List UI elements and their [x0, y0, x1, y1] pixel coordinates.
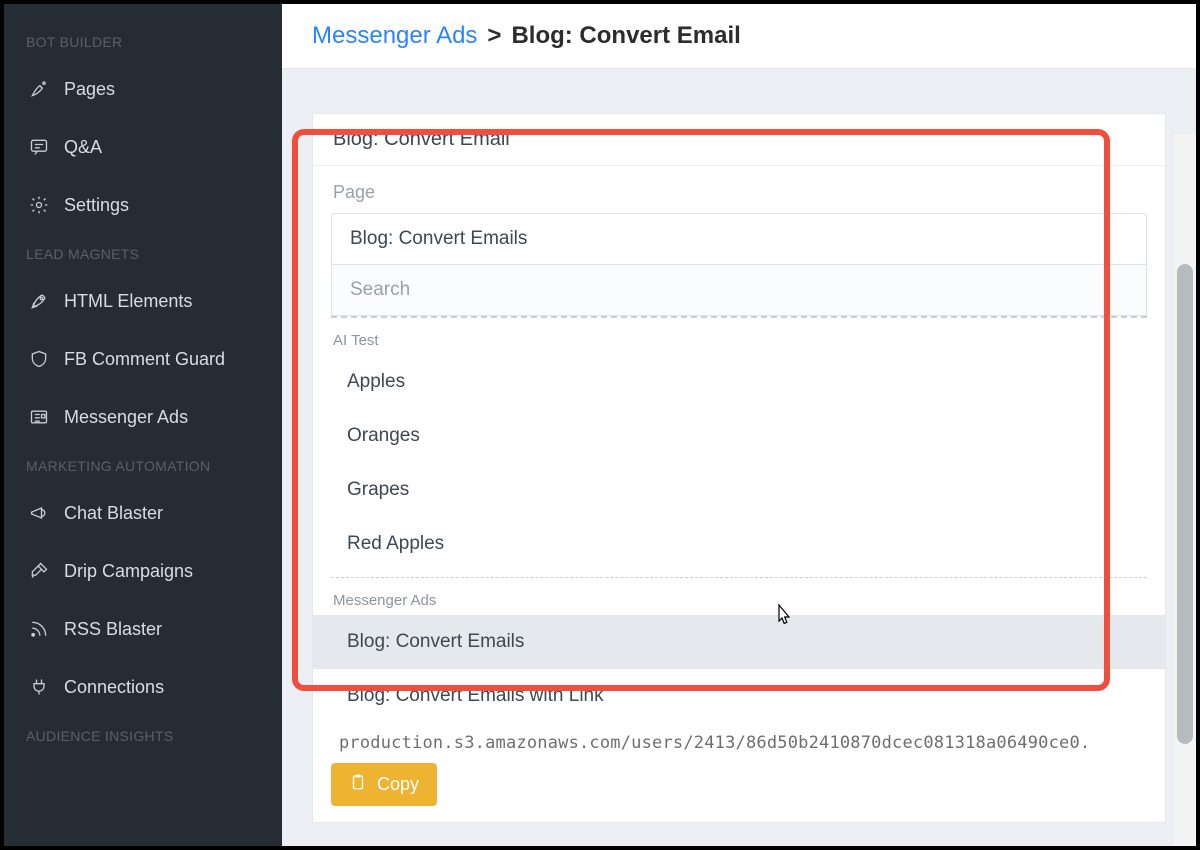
url-readonly-text: production.s3.amazonaws.com/users/2413/8…: [331, 723, 1147, 757]
sidebar-item-qa[interactable]: Q&A: [4, 118, 282, 176]
sidebar-item-html-elements[interactable]: HTML Elements: [4, 272, 282, 330]
title-field[interactable]: Blog: Convert Email: [313, 114, 1165, 166]
breadcrumb-separator: >: [487, 22, 501, 50]
plug-icon: [28, 676, 50, 698]
breadcrumb-current: Blog: Convert Email: [511, 22, 740, 50]
breadcrumb-section-link[interactable]: Messenger Ads: [312, 22, 477, 50]
editor-card: Blog: Convert Email Page Blog: Convert E…: [312, 113, 1166, 823]
sidebar-item-label: RSS Blaster: [64, 620, 162, 638]
page-field-label: Page: [313, 176, 1165, 213]
sidebar-item-connections[interactable]: Connections: [4, 658, 282, 716]
gear-icon: [28, 194, 50, 216]
sidebar-item-label: HTML Elements: [64, 292, 192, 310]
shield-icon: [28, 348, 50, 370]
sidebar-item-label: Q&A: [64, 138, 102, 156]
section-header-bot-builder: BOT BUILDER: [4, 22, 282, 60]
sidebar-item-chat-blaster[interactable]: Chat Blaster: [4, 484, 282, 542]
rss-icon: [28, 618, 50, 640]
page-option[interactable]: Red Apples: [313, 517, 1165, 571]
qa-icon: [28, 136, 50, 158]
sidebar-item-label: Drip Campaigns: [64, 562, 193, 580]
page-option[interactable]: Blog: Convert Emails with Link: [313, 669, 1165, 723]
sidebar-item-pages[interactable]: Pages: [4, 60, 282, 118]
breadcrumb: Messenger Ads > Blog: Convert Email: [282, 4, 1196, 69]
section-header-lead-magnets: LEAD MAGNETS: [4, 234, 282, 272]
sidebar-item-rss-blaster[interactable]: RSS Blaster: [4, 600, 282, 658]
copy-button[interactable]: Copy: [331, 763, 437, 806]
clipboard-icon: [349, 773, 367, 796]
sidebar-item-label: Messenger Ads: [64, 408, 188, 426]
pages-icon: [28, 78, 50, 100]
page-select-value[interactable]: Blog: Convert Emails: [331, 213, 1147, 265]
page-search-input[interactable]: Search: [331, 265, 1147, 316]
sidebar-item-label: Chat Blaster: [64, 504, 163, 522]
section-header-marketing-automation: MARKETING AUTOMATION: [4, 446, 282, 484]
sidebar-item-fb-comment-guard[interactable]: FB Comment Guard: [4, 330, 282, 388]
sidebar-item-label: FB Comment Guard: [64, 350, 225, 368]
sidebar-item-label: Settings: [64, 196, 129, 214]
page-option[interactable]: Blog: Convert Emails: [313, 615, 1165, 669]
page-option[interactable]: Apples: [313, 355, 1165, 409]
page-option[interactable]: Grapes: [313, 463, 1165, 517]
rocket-icon: [28, 290, 50, 312]
sidebar-item-label: Pages: [64, 80, 115, 98]
sidebar: BOT BUILDER Pages Q&A Settings LEAD MAGN…: [4, 4, 282, 846]
sidebar-item-drip-campaigns[interactable]: Drip Campaigns: [4, 542, 282, 600]
main-content: Messenger Ads > Blog: Convert Email Blog…: [282, 4, 1196, 846]
sidebar-item-label: Connections: [64, 678, 164, 696]
dropper-icon: [28, 560, 50, 582]
news-icon: [28, 406, 50, 428]
copy-button-label: Copy: [377, 774, 419, 795]
sidebar-item-messenger-ads[interactable]: Messenger Ads: [4, 388, 282, 446]
megaphone-icon: [28, 502, 50, 524]
option-group-messenger-ads: Messenger Ads: [313, 578, 1165, 615]
section-header-audience-insights: AUDIENCE INSIGHTS: [4, 716, 282, 754]
sidebar-item-settings[interactable]: Settings: [4, 176, 282, 234]
page-option[interactable]: Oranges: [313, 409, 1165, 463]
option-group-ai-test: AI Test: [313, 318, 1165, 355]
